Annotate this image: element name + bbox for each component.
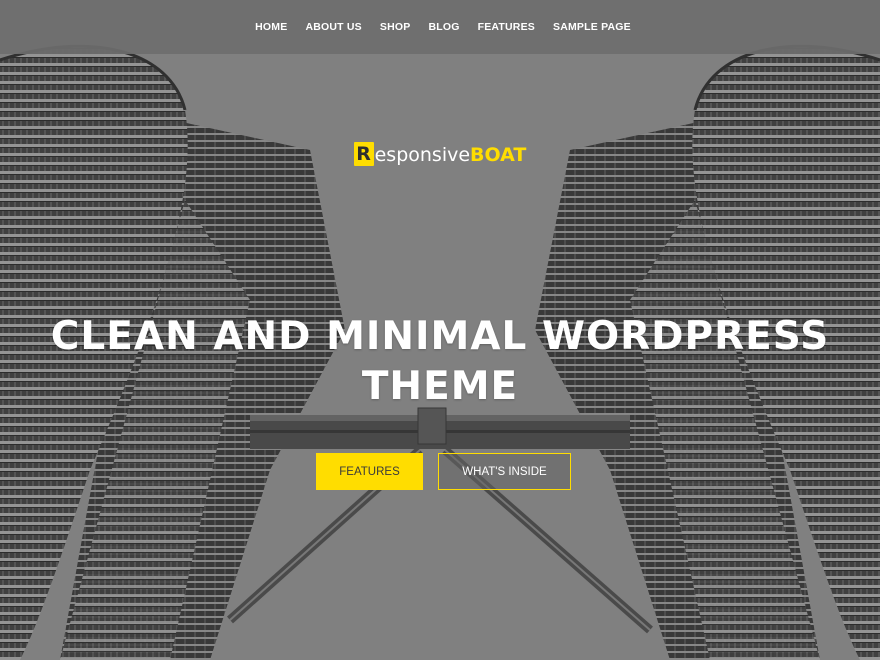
nav-item-sample-page[interactable]: SAMPLE PAGE bbox=[553, 21, 631, 33]
logo-letter-badge: R bbox=[353, 142, 374, 166]
nav-item-about-us[interactable]: ABOUT US bbox=[305, 21, 361, 33]
logo-text: esponsive bbox=[374, 144, 471, 166]
main-menu: HOME ABOUT US SHOP BLOG FEATURES SAMPLE … bbox=[255, 21, 631, 33]
whats-inside-button[interactable]: WHAT'S INSIDE bbox=[438, 453, 571, 490]
top-navigation-bar: HOME ABOUT US SHOP BLOG FEATURES SAMPLE … bbox=[0, 0, 880, 54]
hero-headline-line-1: CLEAN AND MINIMAL WORDPRESS bbox=[50, 314, 830, 359]
hero-headline-line-2: THEME bbox=[361, 364, 519, 409]
hero-headline: CLEAN AND MINIMAL WORDPRESS THEME bbox=[40, 312, 840, 412]
nav-item-blog[interactable]: BLOG bbox=[428, 21, 459, 33]
nav-item-features[interactable]: FEATURES bbox=[478, 21, 535, 33]
nav-item-home[interactable]: HOME bbox=[255, 21, 287, 33]
features-button[interactable]: FEATURES bbox=[316, 453, 423, 490]
site-logo[interactable]: ResponsiveBOAT bbox=[0, 142, 880, 168]
nav-item-shop[interactable]: SHOP bbox=[380, 21, 411, 33]
logo-text-accent: BOAT bbox=[470, 144, 527, 166]
